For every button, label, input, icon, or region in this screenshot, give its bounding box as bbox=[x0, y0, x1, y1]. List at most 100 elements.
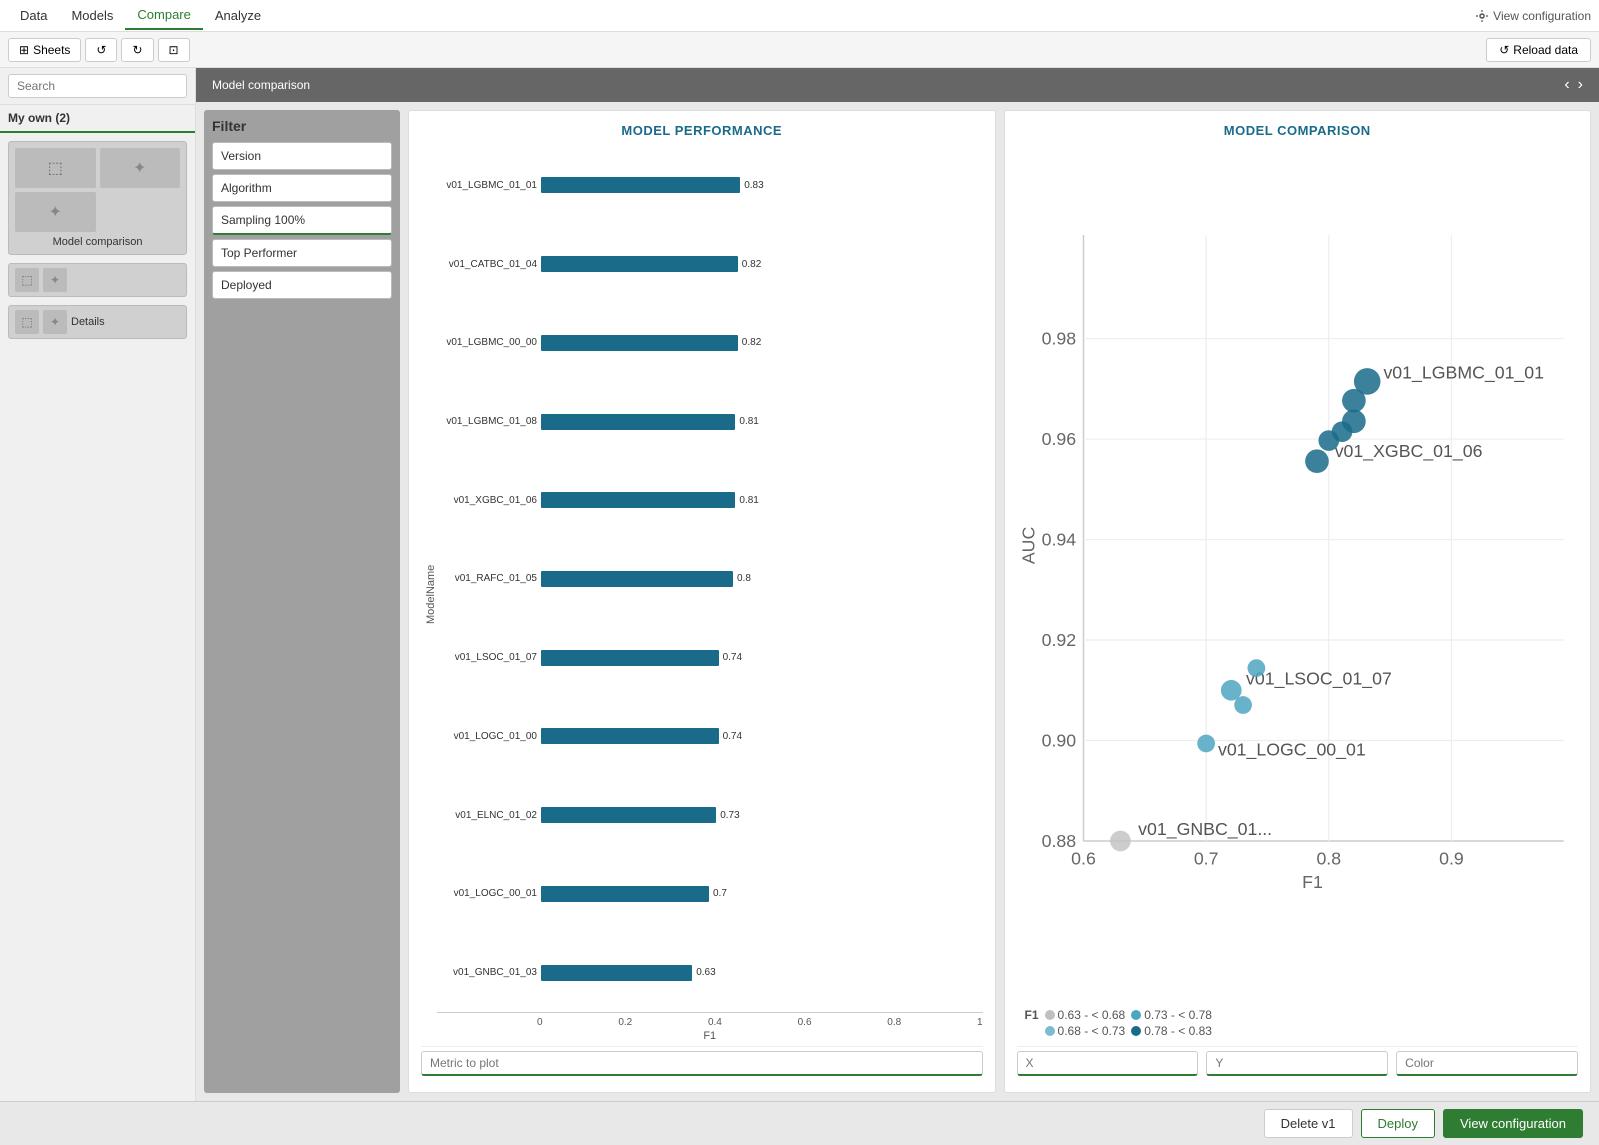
puzzle-icon-sm2: ✦ bbox=[50, 315, 60, 329]
sidebar-thumb-details[interactable]: ⬚ ✦ Details bbox=[8, 305, 187, 339]
bar-fill bbox=[541, 256, 738, 272]
svg-text:0.6: 0.6 bbox=[1071, 849, 1096, 869]
sidebar-section-label: My own (2) bbox=[0, 105, 195, 133]
svg-text:v01_LGBMC_01_01: v01_LGBMC_01_01 bbox=[1383, 362, 1544, 383]
legend-item-3: 0.73 - < 0.78 bbox=[1131, 1008, 1212, 1022]
metric-to-plot-input[interactable] bbox=[421, 1051, 983, 1076]
sidebar-thumb-model-comparison[interactable]: ⬚ ✦ ✦ Model comparison bbox=[8, 141, 187, 255]
y-axis-input[interactable] bbox=[1206, 1051, 1388, 1076]
bar-row: v01_LGBMC_01_010.83 bbox=[437, 177, 975, 193]
export-icon-sm: ⬚ bbox=[21, 273, 32, 287]
bar-fill bbox=[541, 414, 735, 430]
bar-fill bbox=[541, 728, 719, 744]
toolbar: ⊞ Sheets ↺ ↻ ⊡ ↺ Reload data bbox=[0, 32, 1599, 68]
search-input[interactable] bbox=[8, 74, 187, 98]
thumb-cell-3: ✦ bbox=[15, 192, 96, 232]
bar-row: v01_LGBMC_01_080.81 bbox=[437, 414, 975, 430]
color-axis-input[interactable] bbox=[1396, 1051, 1578, 1076]
scatter-axis-controls bbox=[1017, 1046, 1579, 1080]
filter-algorithm[interactable]: Algorithm bbox=[212, 174, 392, 202]
x-axis-input[interactable] bbox=[1017, 1051, 1199, 1076]
bar-fill bbox=[541, 807, 716, 823]
bar-fill bbox=[541, 965, 692, 981]
top-nav: Data Models Compare Analyze View configu… bbox=[0, 0, 1599, 32]
scatter-chart-area: 0.98 0.96 0.94 0.92 0.90 0.88 0.6 0.7 0.… bbox=[1017, 146, 1579, 1004]
bar-chart-content: v01_LGBMC_01_010.83v01_CATBC_01_040.82v0… bbox=[437, 146, 983, 1042]
filter-deployed[interactable]: Deployed bbox=[212, 271, 392, 299]
sidebar: My own (2) ⬚ ✦ ✦ Model comparison bbox=[0, 68, 196, 1101]
content-body: Filter Version Algorithm Sampling 100% T… bbox=[196, 102, 1599, 1101]
legend-item-1: 0.63 - < 0.68 bbox=[1045, 1008, 1126, 1022]
nav-analyze[interactable]: Analyze bbox=[203, 2, 273, 29]
filter-sampling[interactable]: Sampling 100% bbox=[212, 206, 392, 235]
filter-version[interactable]: Version bbox=[212, 142, 392, 170]
config-icon bbox=[1475, 9, 1489, 23]
bar-fill bbox=[541, 177, 740, 193]
legend-dot-4 bbox=[1131, 1026, 1141, 1036]
svg-text:v01_LSOC_01_07: v01_LSOC_01_07 bbox=[1246, 668, 1392, 689]
toolbar-btn-2[interactable]: ↻ bbox=[121, 38, 153, 62]
view-config-button[interactable]: View configuration bbox=[1443, 1109, 1583, 1138]
header-nav: ‹ › bbox=[1564, 76, 1583, 94]
legend-item-4: 0.78 - < 0.83 bbox=[1131, 1024, 1212, 1038]
delete-button[interactable]: Delete v1 bbox=[1264, 1109, 1353, 1138]
x-tick-2: 0.4 bbox=[708, 1017, 722, 1028]
nav-models[interactable]: Models bbox=[59, 2, 125, 29]
bar-chart-panel: MODEL PERFORMANCE ModelName v01_LGBMC_01… bbox=[408, 110, 996, 1093]
sheets-button[interactable]: ⊞ Sheets bbox=[8, 38, 81, 62]
prev-button[interactable]: ‹ bbox=[1564, 76, 1569, 94]
puzzle-icon-2: ✦ bbox=[49, 202, 62, 222]
bar-x-axis: 0 0.2 0.4 0.6 0.8 1 bbox=[437, 1012, 983, 1028]
export-icon: ⬚ bbox=[48, 158, 63, 178]
main-layout: My own (2) ⬚ ✦ ✦ Model comparison bbox=[0, 68, 1599, 1101]
svg-text:AUC: AUC bbox=[1018, 527, 1038, 565]
footer: Delete v1 Deploy View configuration bbox=[0, 1101, 1599, 1145]
bar-chart-wrapper: ModelName v01_LGBMC_01_010.83v01_CATBC_0… bbox=[421, 146, 983, 1042]
bar-bottom-controls bbox=[421, 1046, 983, 1080]
bar-x-label: F1 bbox=[437, 1030, 983, 1042]
view-config-nav[interactable]: View configuration bbox=[1475, 9, 1591, 23]
bar-row: v01_RAFC_01_050.8 bbox=[437, 571, 975, 587]
bar-row: v01_LOGC_01_000.74 bbox=[437, 728, 975, 744]
thumb-sm-cell-3: ⬚ bbox=[15, 310, 39, 334]
legend-dot-2 bbox=[1045, 1026, 1055, 1036]
bar-row: v01_LGBMC_00_000.82 bbox=[437, 335, 975, 351]
sheets-icon: ⊞ bbox=[19, 43, 29, 57]
content-area: Model comparison ‹ › Filter Version Algo… bbox=[196, 68, 1599, 1101]
legend-row: F1 0.63 - < 0.68 0.73 - < 0.78 bbox=[1025, 1008, 1571, 1022]
page-title: Model comparison bbox=[212, 78, 310, 92]
legend-item-2: 0.68 - < 0.73 bbox=[1045, 1024, 1126, 1038]
toolbar-btn-1[interactable]: ↺ bbox=[85, 38, 117, 62]
nav-compare[interactable]: Compare bbox=[125, 1, 202, 30]
svg-text:F1: F1 bbox=[1302, 872, 1323, 892]
export-icon-sm2: ⬚ bbox=[21, 315, 32, 329]
nav-data[interactable]: Data bbox=[8, 2, 59, 29]
svg-text:0.94: 0.94 bbox=[1041, 529, 1076, 549]
reload-button[interactable]: ↺ Reload data bbox=[1486, 38, 1591, 62]
bar-fill bbox=[541, 492, 735, 508]
scatter-svg: 0.98 0.96 0.94 0.92 0.90 0.88 0.6 0.7 0.… bbox=[1017, 146, 1579, 1004]
thumb-cell-2: ✦ bbox=[100, 148, 181, 188]
reload-icon: ↺ bbox=[1499, 43, 1509, 57]
bar-row: v01_LSOC_01_070.74 bbox=[437, 650, 975, 666]
filter-panel: Filter Version Algorithm Sampling 100% T… bbox=[204, 110, 400, 1093]
svg-text:v01_LOGC_00_01: v01_LOGC_00_01 bbox=[1217, 739, 1365, 760]
toolbar-btn-3[interactable]: ⊡ bbox=[158, 38, 190, 62]
bar-y-axis-title: ModelName bbox=[421, 146, 437, 1042]
scatter-legend: F1 0.63 - < 0.68 0.73 - < 0.78 F1 bbox=[1017, 1004, 1579, 1042]
deploy-button[interactable]: Deploy bbox=[1361, 1109, 1435, 1138]
x-tick-3: 0.6 bbox=[798, 1017, 812, 1028]
svg-text:0.90: 0.90 bbox=[1041, 730, 1076, 750]
legend-dot-1 bbox=[1045, 1010, 1055, 1020]
bar-rows: v01_LGBMC_01_010.83v01_CATBC_01_040.82v0… bbox=[437, 146, 983, 1012]
bar-row: v01_XGBC_01_060.81 bbox=[437, 492, 975, 508]
bar-row: v01_ELNC_01_020.73 bbox=[437, 807, 975, 823]
content-header: Model comparison ‹ › bbox=[196, 68, 1599, 102]
filter-top-performer[interactable]: Top Performer bbox=[212, 239, 392, 267]
sidebar-thumb-small-1[interactable]: ⬚ ✦ bbox=[8, 263, 187, 297]
layout-icon: ⊡ bbox=[169, 43, 179, 57]
next-button[interactable]: › bbox=[1578, 76, 1583, 94]
bar-row: v01_LOGC_00_010.7 bbox=[437, 886, 975, 902]
undo-icon: ↺ bbox=[96, 43, 106, 57]
thumb-grid: ⬚ ✦ ✦ bbox=[15, 148, 180, 232]
